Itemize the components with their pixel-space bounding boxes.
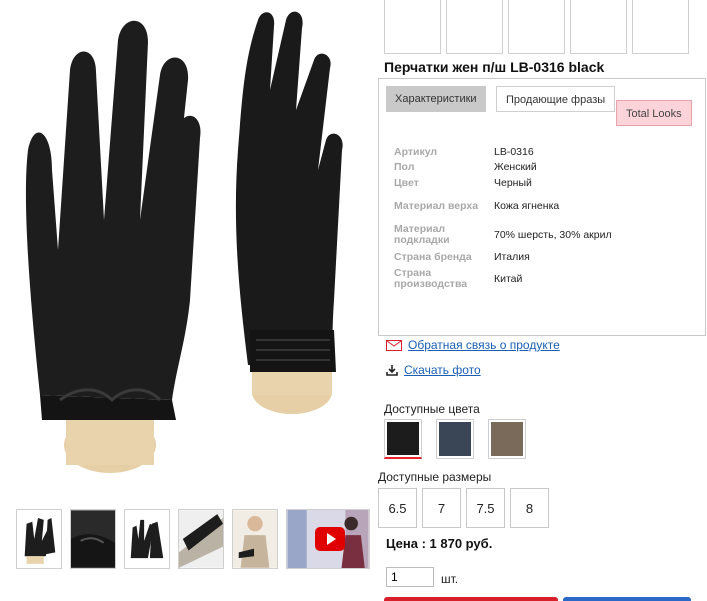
- spec-key: Материал верха: [394, 199, 479, 212]
- size-option[interactable]: 7.5: [466, 488, 505, 528]
- spec-row: Страна производства Китай: [394, 265, 694, 293]
- top-box[interactable]: [632, 0, 689, 54]
- tab-total-looks[interactable]: Total Looks: [616, 100, 692, 126]
- download-icon: [386, 365, 398, 376]
- product-main-image[interactable]: [0, 0, 378, 498]
- spec-key: Страна производства: [394, 267, 468, 290]
- quantity-unit: шт.: [441, 572, 459, 586]
- spec-value: Кожа ягненка: [494, 199, 560, 212]
- thumbnail-strip: [16, 509, 370, 569]
- feedback-link[interactable]: Обратная связь о продукте: [408, 338, 560, 352]
- play-icon[interactable]: [315, 527, 345, 551]
- color-swatch-black[interactable]: [384, 419, 422, 459]
- color-swatches: [384, 419, 526, 459]
- tab-selling-phrases[interactable]: Продающие фразы: [496, 86, 616, 112]
- add-to-cart-button[interactable]: [384, 597, 558, 601]
- spec-value: LB-0316: [494, 146, 534, 158]
- mail-icon: [386, 339, 402, 351]
- size-option[interactable]: 7: [422, 488, 461, 528]
- spec-key: Материал подкладки: [394, 223, 450, 246]
- spec-row: Цвет Черный: [394, 175, 694, 191]
- specs-table: Артикул LB-0316 Пол Женский Цвет Черный …: [394, 145, 694, 293]
- price: Цена : 1 870 руб.: [386, 536, 493, 551]
- size-option[interactable]: 8: [510, 488, 549, 528]
- thumbnail-2[interactable]: [70, 509, 116, 569]
- spec-value: Китай: [494, 272, 523, 285]
- spec-value: Италия: [494, 250, 530, 263]
- size-options: 6.5 7 7.5 8: [378, 488, 549, 528]
- product-info-panel: Характеристики Продающие фразы Total Loo…: [378, 78, 706, 336]
- feedback-link-row: Обратная связь о продукте: [386, 338, 560, 352]
- swatch-fill: [439, 422, 471, 456]
- download-photo-link[interactable]: Скачать фото: [404, 363, 481, 377]
- colors-label: Доступные цвета: [384, 402, 480, 416]
- spec-key: Страна бренда: [394, 250, 472, 263]
- swatch-fill: [387, 422, 419, 455]
- thumbnail-4[interactable]: [178, 509, 224, 569]
- spec-key: Артикул: [394, 146, 438, 158]
- product-title: Перчатки жен п/ш LB-0316 black: [384, 59, 605, 75]
- right-glove-image: [235, 11, 343, 414]
- thumbnail-1[interactable]: [16, 509, 62, 569]
- spec-key: Цвет: [394, 176, 419, 189]
- top-box[interactable]: [570, 0, 627, 54]
- spec-value: 70% шерсть, 30% акрил: [494, 228, 612, 241]
- top-box[interactable]: [384, 0, 441, 54]
- spec-row: Материал верха Кожа ягненка: [394, 191, 694, 221]
- thumbnail-5[interactable]: [232, 509, 278, 569]
- color-swatch-taupe[interactable]: [488, 419, 526, 459]
- color-swatch-navy[interactable]: [436, 419, 474, 459]
- secondary-action-button[interactable]: [563, 597, 691, 601]
- size-option[interactable]: 6.5: [378, 488, 417, 528]
- sizes-label: Доступные размеры: [378, 470, 492, 484]
- left-glove-image: [25, 20, 201, 473]
- spec-row: Страна бренда Италия: [394, 249, 694, 265]
- quantity-input[interactable]: [386, 567, 434, 587]
- top-thumbnails: [384, 0, 689, 54]
- spec-value: Женский: [494, 161, 537, 173]
- thumbnail-3[interactable]: [124, 509, 170, 569]
- swatch-fill: [491, 422, 523, 456]
- spec-row: Артикул LB-0316: [394, 145, 694, 160]
- spec-key: Пол: [394, 161, 415, 173]
- spec-value: Черный: [494, 176, 532, 189]
- top-box[interactable]: [446, 0, 503, 54]
- tab-characteristics[interactable]: Характеристики: [386, 86, 486, 112]
- thumbnail-video[interactable]: [286, 509, 370, 569]
- download-link-row: Скачать фото: [386, 363, 481, 377]
- spec-row: Материал подкладки 70% шерсть, 30% акрил: [394, 221, 694, 249]
- spec-row: Пол Женский: [394, 160, 694, 175]
- top-box[interactable]: [508, 0, 565, 54]
